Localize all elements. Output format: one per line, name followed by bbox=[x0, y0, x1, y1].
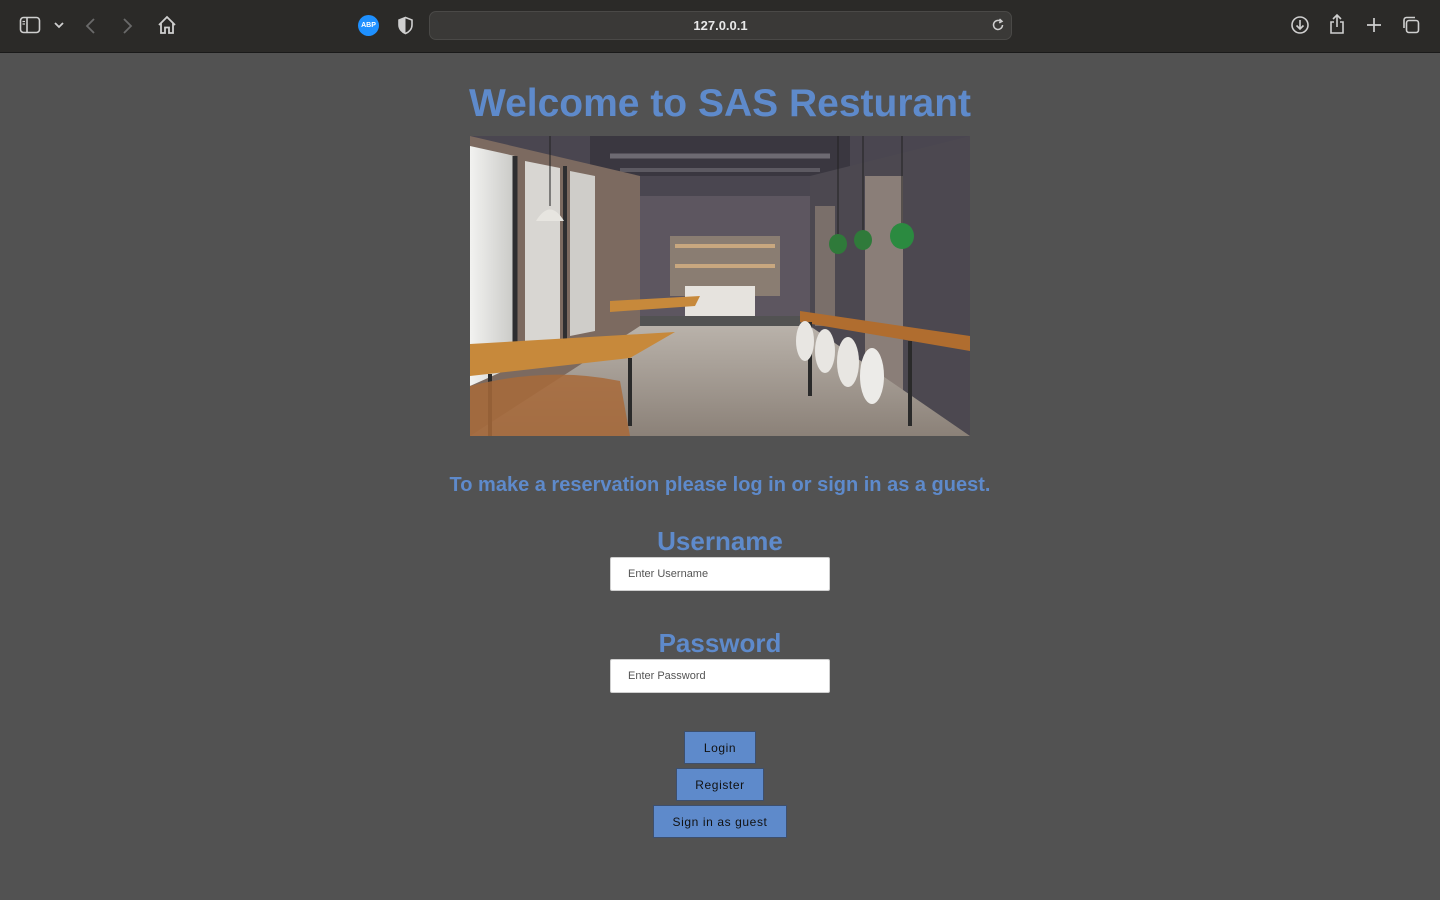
new-tab-icon[interactable] bbox=[1365, 16, 1383, 34]
share-icon[interactable] bbox=[1328, 13, 1346, 35]
password-label: Password bbox=[658, 628, 782, 658]
address-bar[interactable]: 127.0.0.1 bbox=[429, 11, 1012, 40]
register-button[interactable]: Register bbox=[676, 768, 764, 801]
username-input[interactable] bbox=[610, 557, 830, 591]
home-icon[interactable] bbox=[156, 14, 178, 36]
adblock-extension-icon[interactable]: ABP bbox=[358, 15, 379, 36]
forward-icon[interactable] bbox=[120, 16, 134, 36]
reload-icon[interactable] bbox=[991, 18, 1005, 32]
password-input[interactable] bbox=[610, 659, 830, 693]
chevron-down-icon[interactable] bbox=[53, 19, 65, 31]
download-icon[interactable] bbox=[1290, 15, 1310, 35]
reservation-instructions: To make a reservation please log in or s… bbox=[449, 474, 991, 496]
url-text: 127.0.0.1 bbox=[693, 18, 748, 33]
guest-sign-in-button[interactable]: Sign in as guest bbox=[653, 805, 787, 838]
tabs-overview-icon[interactable] bbox=[1401, 15, 1421, 35]
page-title: Welcome to SAS Resturant bbox=[468, 82, 972, 125]
browser-toolbar: ABP 127.0.0.1 bbox=[0, 0, 1440, 53]
login-button[interactable]: Login bbox=[684, 731, 756, 764]
back-icon[interactable] bbox=[84, 16, 98, 36]
shield-icon[interactable] bbox=[397, 16, 414, 35]
sidebar-icon[interactable] bbox=[19, 15, 41, 35]
restaurant-interior-image bbox=[470, 136, 970, 436]
adblock-badge-label: ABP bbox=[361, 22, 376, 29]
username-label: Username bbox=[657, 526, 783, 556]
